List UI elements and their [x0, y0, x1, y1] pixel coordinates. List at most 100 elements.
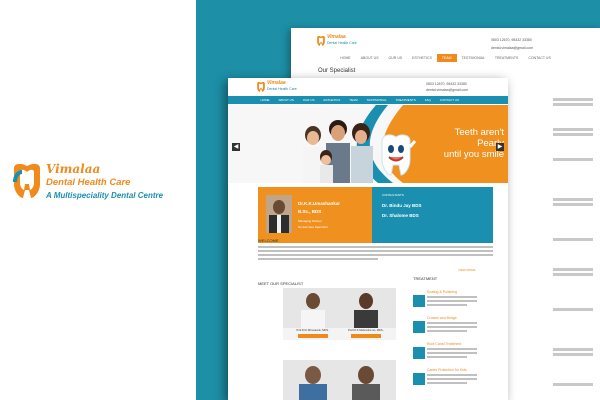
specialist-photo [283, 288, 343, 328]
back-header: Vimalaa Dental Health Care 0803 12670, 9… [291, 28, 600, 56]
consultant-1: Dr. Bindu Jay BDS [382, 203, 422, 208]
back-nav: HOME ABOUT US OUR US ESTHETICS TEAM TEST… [291, 54, 600, 62]
text-line [553, 103, 593, 106]
front-nav-treatments[interactable]: TREATMENTS [391, 96, 420, 104]
specialist-name: Prof.Dr.K.Mahendra ran, MDS., [347, 329, 385, 332]
specialist-photo [336, 288, 396, 328]
text-line [553, 198, 593, 201]
family-photo [303, 120, 373, 183]
front-brand-name: Vimalaa [267, 80, 286, 86]
text-line [553, 133, 593, 136]
mini-brand-name: Vimalaa [327, 34, 346, 40]
back-nav-esthetics[interactable]: ESTHETICS [407, 54, 437, 62]
specialist-bar [298, 334, 328, 338]
brand-tagline: Dental Health Care [46, 177, 131, 188]
front-nav-testimonial[interactable]: TESTIMONIAL [362, 96, 391, 104]
text-line [427, 378, 477, 380]
text-line [427, 374, 477, 376]
text-line [427, 304, 467, 306]
banner-line-1: Teeth aren't Pearly [454, 127, 504, 149]
meet-specialist-heading: MEET OUR SPECIALIST [258, 281, 304, 286]
front-nav-team[interactable]: TEAM [345, 96, 362, 104]
back-nav-home[interactable]: HOME [335, 54, 356, 62]
tooth-logo-icon [13, 163, 40, 198]
main-doctor-card[interactable]: Dr.K.K.Umashankar B.Sc., BDS Managing Pa… [258, 187, 372, 243]
treatment-icon [413, 373, 425, 385]
text-line [553, 203, 593, 206]
front-page-mockup: Vimalaa Dental Health Care 0803 12670, 9… [228, 78, 508, 400]
front-nav-faq[interactable]: FAQ [420, 96, 435, 104]
back-nav-treatments[interactable]: TREATMENTS [490, 54, 523, 62]
treatment-title: Crowns and Bridge [427, 316, 457, 320]
back-nav-about[interactable]: ABOUT US [356, 54, 384, 62]
text-line [553, 268, 593, 271]
tooth-mascot [381, 134, 416, 176]
specialist-name: Prof.Dr.K.Dhruvavelu, MDS., [296, 329, 330, 332]
treatment-title: Root Canal Treatment [427, 342, 462, 346]
back-nav-team[interactable]: TEAM [436, 54, 457, 62]
front-nav-about[interactable]: ABOUT US [274, 96, 298, 104]
text-line [553, 383, 593, 386]
treatment-item[interactable]: Crowns and Bridge [413, 316, 483, 340]
front-nav-our[interactable]: OUR US [298, 96, 319, 104]
doctor-photo [266, 195, 292, 233]
text-line [427, 326, 477, 328]
tooth-logo-icon [257, 81, 265, 92]
welcome-heading: WELCOME [258, 238, 279, 243]
specialist-photo [283, 360, 343, 400]
text-line [258, 250, 493, 252]
text-line [427, 300, 477, 302]
brand-name: Vimalaa [46, 162, 101, 176]
specialist-card[interactable] [336, 360, 396, 400]
specialist-card[interactable]: Prof.Dr.K.Mahendra ran, MDS., [336, 288, 396, 340]
back-nav-our[interactable]: OUR US [384, 54, 408, 62]
treatment-item[interactable]: Root Canal Treatment [413, 342, 483, 366]
consultants-label: CONSULTANTS [382, 193, 404, 197]
text-line [258, 254, 493, 256]
view-more-link[interactable]: VIEW MORE [458, 268, 476, 272]
text-line [427, 322, 477, 324]
treatment-icon [413, 347, 425, 359]
specialist-card[interactable] [283, 360, 343, 400]
text-line [553, 158, 593, 161]
front-nav: HOME ABOUT US OUR US ESTHETICS TEAM TEST… [228, 96, 508, 104]
back-phone: 0803 12670, 98432 33380 [491, 38, 532, 42]
back-nav-testimonial[interactable]: TESTIMONIAL [457, 54, 490, 62]
back-page-title: Our Specialist [318, 68, 356, 74]
text-line [553, 238, 593, 241]
text-line [258, 258, 378, 260]
main-doctor-sub: Dental Care Specialist [298, 225, 328, 229]
text-line [553, 98, 593, 101]
treatment-item[interactable]: Scaling & Polishing [413, 290, 483, 314]
specialist-card[interactable]: Prof.Dr.K.Dhruvavelu, MDS., [283, 288, 343, 340]
text-line [553, 273, 593, 276]
slider-next-icon[interactable]: ▶ [496, 143, 504, 151]
text-line [427, 352, 477, 354]
front-nav-esthetics[interactable]: ESTHETICS [319, 96, 345, 104]
banner-line-2: until you smile [443, 149, 504, 160]
back-email: dental.vimalaa@gmail.com [491, 46, 534, 50]
text-line [258, 246, 493, 248]
main-doctor-degree: B.Sc., BDS [298, 209, 322, 214]
text-line [427, 296, 477, 298]
text-line [553, 348, 593, 351]
consultants-card[interactable]: CONSULTANTS Dr. Bindu Jay BDS Dr. Shalom… [372, 187, 493, 243]
treatment-icon [413, 295, 425, 307]
treatment-title: Caries Protection for Kids [427, 368, 467, 372]
front-nav-contact[interactable]: CONTACT US [435, 96, 463, 104]
text-line [427, 356, 467, 358]
treatment-heading: TREATMENT [413, 276, 438, 281]
back-nav-contact[interactable]: CONTACT US [523, 54, 555, 62]
back-contact: 0803 12670, 98432 33380 dental.vimalaa@g… [491, 36, 533, 52]
slider-prev-icon[interactable]: ◀ [232, 143, 240, 151]
mini-brand-line: Dental Health Care [327, 41, 357, 45]
text-line [553, 128, 593, 131]
text-line [427, 348, 477, 350]
treatment-item[interactable]: Caries Protection for Kids [413, 368, 483, 392]
text-line [553, 353, 593, 356]
front-nav-home[interactable]: HOME [256, 96, 274, 104]
front-email: dental.vimalaa@gmail.com [426, 88, 469, 92]
doctors-section: Dr.K.K.Umashankar B.Sc., BDS Managing Pa… [258, 187, 493, 243]
front-brand-line: Dental Health Care [267, 87, 297, 91]
main-doctor-role: Managing Partner [298, 219, 322, 223]
